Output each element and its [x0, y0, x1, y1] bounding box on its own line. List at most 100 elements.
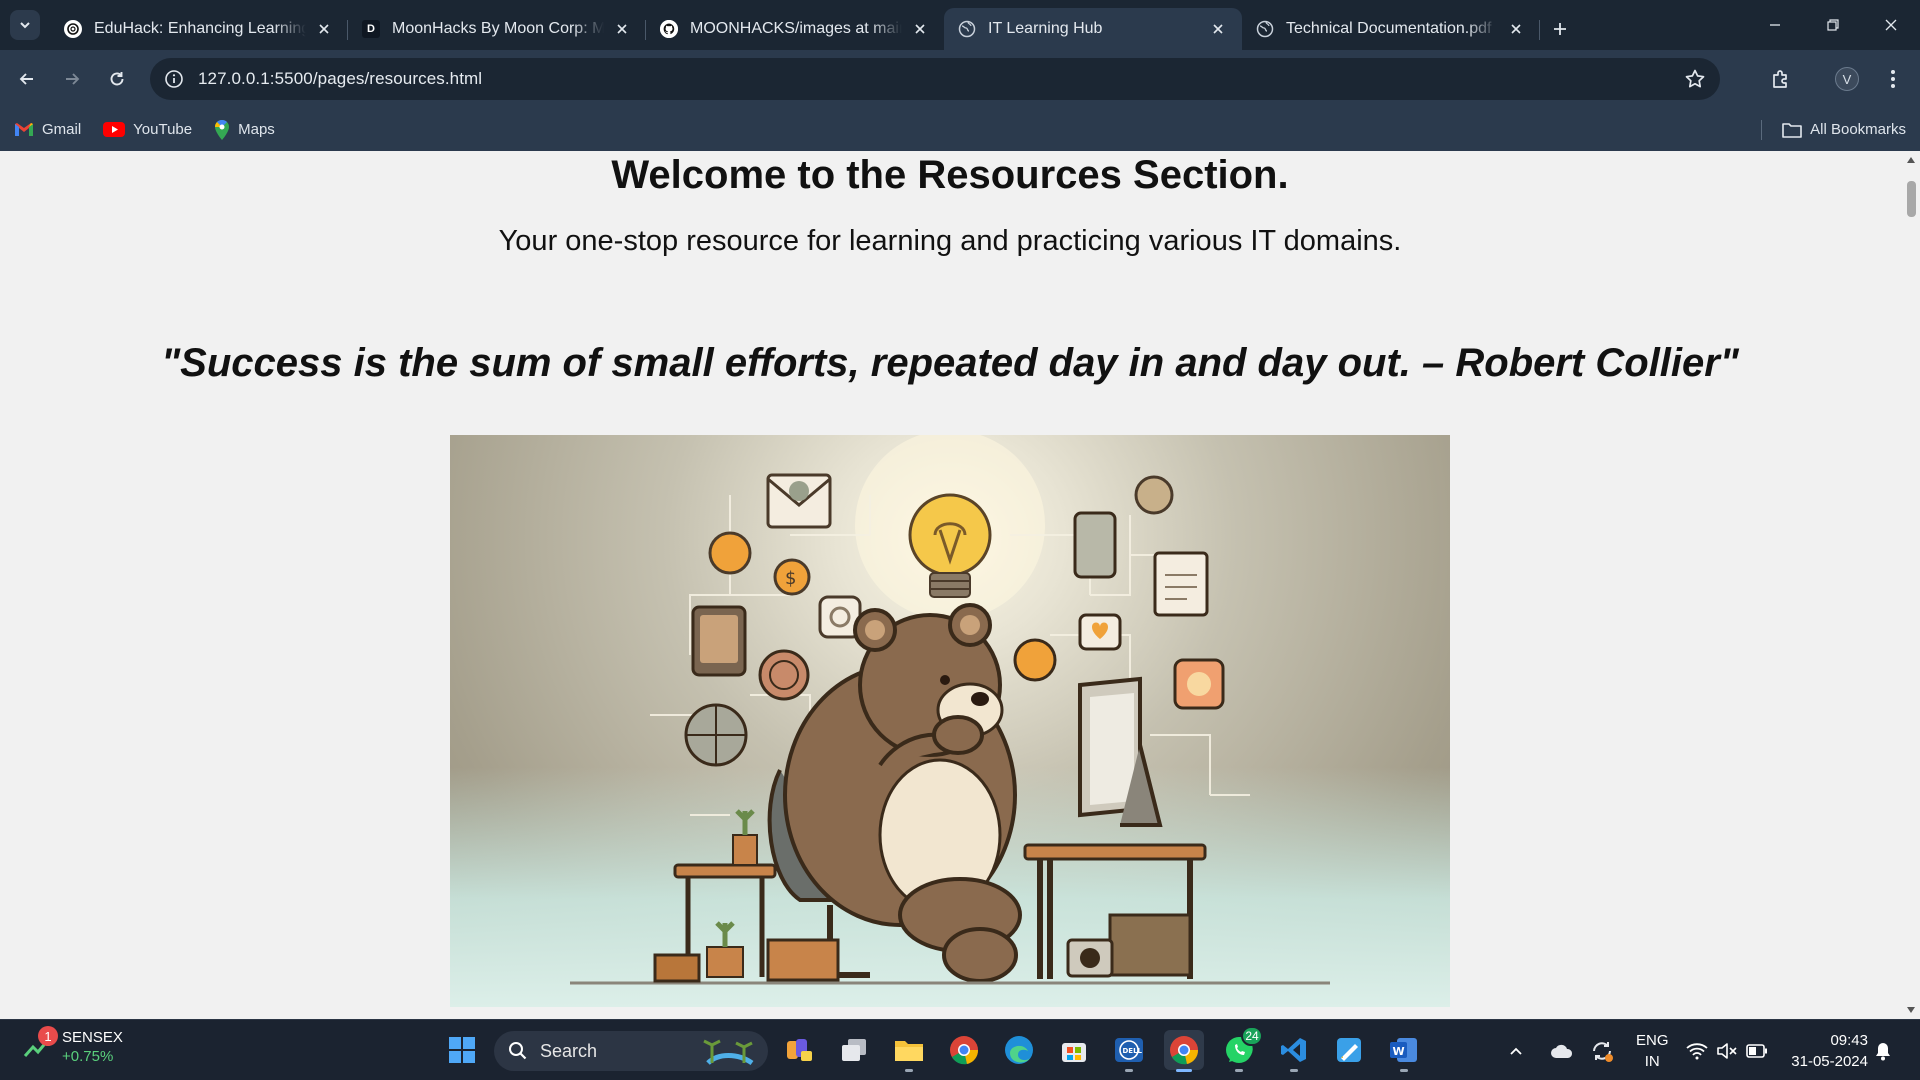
- all-bookmarks-label: All Bookmarks: [1810, 121, 1906, 138]
- taskbar-dell[interactable]: DELL: [1109, 1030, 1149, 1072]
- tab-github-images[interactable]: MOONHACKS/images at main ·: [646, 8, 944, 50]
- taskbar-chrome[interactable]: [944, 1030, 984, 1070]
- url-text: 127.0.0.1:5500/pages/resources.html: [198, 69, 483, 88]
- search-label: Search: [540, 1040, 598, 1061]
- svg-text:$: $: [785, 568, 796, 589]
- tab-strip: EduHack: Enhancing Learning E D MoonHack…: [0, 0, 1920, 50]
- bookmarks-divider: [1761, 120, 1762, 140]
- copilot-icon: [787, 1039, 812, 1061]
- edge-icon: [1005, 1036, 1033, 1064]
- widget-value: +0.75%: [62, 1048, 114, 1065]
- taskbar-chrome-active[interactable]: [1164, 1030, 1204, 1072]
- extensions-button[interactable]: [1764, 62, 1798, 96]
- store-icon: [1062, 1043, 1086, 1062]
- start-button[interactable]: [442, 1030, 482, 1070]
- bookmark-maps[interactable]: Maps: [214, 119, 275, 140]
- reload-icon: [110, 72, 124, 86]
- browser-menu-button[interactable]: [1876, 62, 1910, 96]
- scroll-down-arrow-icon[interactable]: [1907, 1007, 1915, 1013]
- taskbar-word[interactable]: W: [1384, 1030, 1424, 1072]
- taskbar-whatsapp[interactable]: 24: [1219, 1026, 1263, 1072]
- all-bookmarks-button[interactable]: All Bookmarks: [1782, 108, 1906, 151]
- wifi-icon: [1686, 1042, 1708, 1059]
- network-volume-battery[interactable]: [1686, 1020, 1768, 1080]
- scroll-up-arrow-icon[interactable]: [1907, 157, 1915, 163]
- bell-icon: [1876, 1042, 1890, 1060]
- dell-icon: DELL: [1115, 1038, 1143, 1062]
- volume-muted-icon: [1717, 1042, 1737, 1059]
- tab-title: MoonHacks By Moon Corp: Mo: [392, 20, 604, 37]
- address-bar[interactable]: 127.0.0.1:5500/pages/resources.html: [150, 58, 1720, 100]
- tab-close-icon[interactable]: [1506, 19, 1526, 39]
- taskbar-task-view[interactable]: [834, 1030, 874, 1070]
- info-icon[interactable]: [164, 69, 184, 89]
- onedrive-tray[interactable]: [1550, 1020, 1574, 1080]
- taskbar-edge[interactable]: [999, 1030, 1039, 1070]
- taskbar-file-explorer[interactable]: [889, 1030, 929, 1072]
- unread-badge: 24: [1241, 1026, 1263, 1046]
- tab-eduhack[interactable]: EduHack: Enhancing Learning E: [50, 8, 348, 50]
- globe-icon: [1256, 20, 1274, 38]
- chrome-icon: [950, 1036, 979, 1065]
- chrome-icon: [1170, 1036, 1199, 1065]
- widget-title: SENSEX: [62, 1029, 123, 1046]
- forward-button[interactable]: [55, 62, 89, 96]
- language-line-2: IN: [1644, 1053, 1660, 1070]
- new-tab-button[interactable]: [1540, 8, 1580, 50]
- back-button[interactable]: [10, 62, 44, 96]
- restore-button[interactable]: [1804, 0, 1862, 50]
- sync-tray[interactable]: [1590, 1020, 1614, 1080]
- profile-button[interactable]: V: [1830, 62, 1864, 96]
- svg-text:DELL: DELL: [1123, 1047, 1143, 1055]
- beach-highlight-icon: [703, 1039, 754, 1066]
- battery-icon: [1746, 1043, 1767, 1058]
- close-window-button[interactable]: [1862, 0, 1920, 50]
- page-subtitle: Your one-stop resource for learning and …: [498, 225, 1402, 257]
- scrollbar-thumb[interactable]: [1907, 181, 1916, 217]
- tab-technical-documentation[interactable]: Technical Documentation.pdf: [1242, 8, 1540, 50]
- taskbar-microsoft-store[interactable]: [1054, 1030, 1094, 1070]
- search-icon: [509, 1042, 527, 1060]
- tab-close-icon[interactable]: [1208, 19, 1228, 39]
- hero-image-bear-at-desk: $: [450, 435, 1450, 1007]
- window-controls: [1746, 0, 1920, 50]
- taskbar-clock[interactable]: 09:43 31-05-2024: [1791, 1030, 1868, 1072]
- tab-search-button[interactable]: [10, 10, 40, 40]
- tab-close-icon[interactable]: [612, 19, 632, 39]
- tab-title: IT Learning Hub: [988, 20, 1103, 37]
- notifications-button[interactable]: [1874, 1020, 1892, 1080]
- bookmark-label: Maps: [238, 121, 275, 138]
- bookmark-youtube[interactable]: YouTube: [103, 121, 192, 138]
- language-indicator[interactable]: ENG IN: [1636, 1030, 1669, 1072]
- tab-moonhacks[interactable]: D MoonHacks By Moon Corp: Mo: [348, 8, 646, 50]
- market-widget[interactable]: 1 SENSEX +0.75%: [22, 1026, 123, 1066]
- show-hidden-icons-button[interactable]: [1508, 1020, 1524, 1080]
- running-indicator: [1290, 1069, 1298, 1072]
- minimize-icon: [1770, 24, 1780, 26]
- stock-chart-icon: 1: [22, 1026, 58, 1062]
- taskbar-copilot[interactable]: [779, 1030, 819, 1070]
- tab-close-icon[interactable]: [314, 19, 334, 39]
- tab-close-icon[interactable]: [910, 19, 930, 39]
- taskbar-vscode[interactable]: [1274, 1030, 1314, 1072]
- tab-title: EduHack: Enhancing Learning E: [94, 20, 306, 37]
- openai-icon: [64, 20, 82, 38]
- bookmark-gmail[interactable]: Gmail: [14, 121, 81, 138]
- taskbar-search[interactable]: Search: [494, 1031, 768, 1071]
- notification-badge: 1: [38, 1026, 58, 1046]
- taskbar-paint[interactable]: [1329, 1030, 1369, 1070]
- chevron-down-icon: [20, 22, 30, 29]
- reload-button[interactable]: [100, 62, 134, 96]
- running-indicator: [1125, 1069, 1133, 1072]
- tab-it-learning-hub[interactable]: IT Learning Hub: [944, 8, 1242, 50]
- clock-date: 31-05-2024: [1791, 1053, 1868, 1070]
- bookmark-star-icon[interactable]: [1684, 68, 1706, 90]
- page-viewport[interactable]: Welcome to the Resources Section. Your o…: [0, 151, 1920, 1019]
- puzzle-icon: [1773, 70, 1787, 88]
- letter-d-icon: D: [362, 20, 380, 38]
- minimize-button[interactable]: [1746, 0, 1804, 50]
- globe-icon: [958, 20, 976, 38]
- page-scrollbar[interactable]: [1903, 151, 1920, 1019]
- clock-time: 09:43: [1830, 1032, 1868, 1049]
- running-indicator: [1400, 1069, 1408, 1072]
